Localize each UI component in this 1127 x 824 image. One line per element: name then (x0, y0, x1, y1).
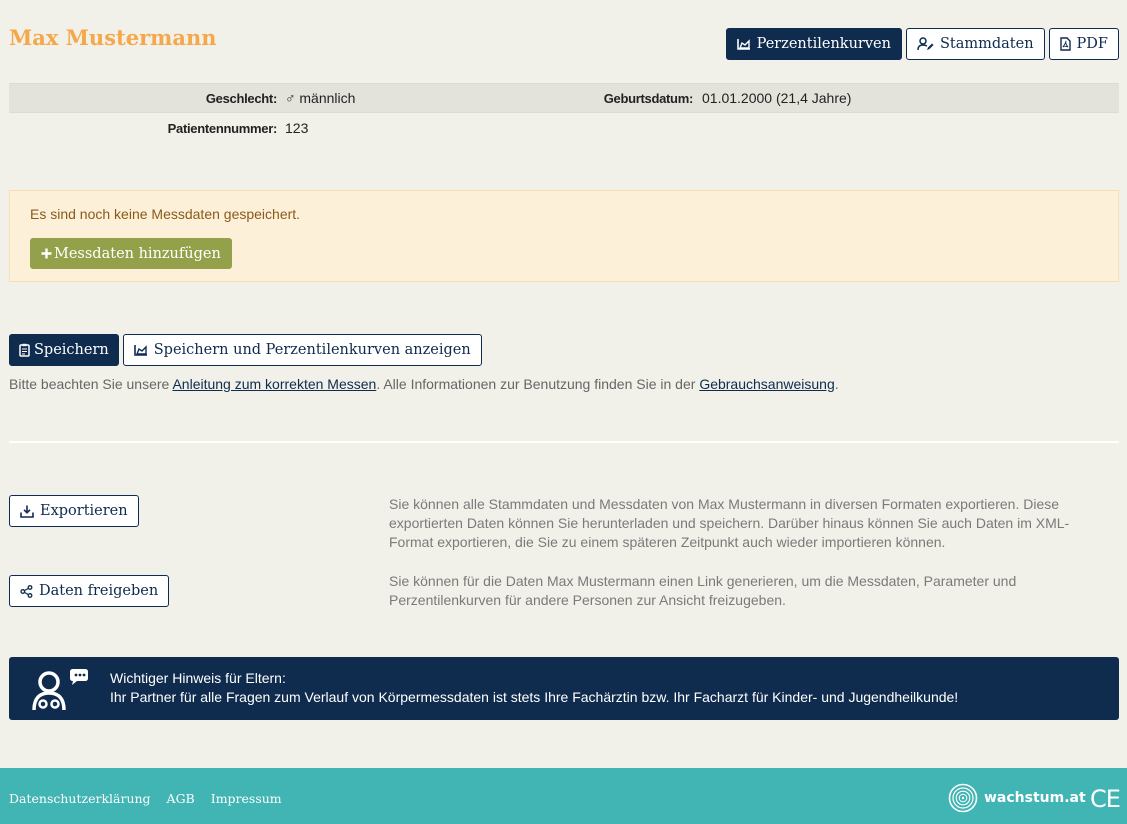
area-chart-icon (736, 39, 750, 50)
clipboard-icon (19, 343, 30, 357)
male-symbol-icon: ♂ (285, 90, 296, 106)
share-data-label: Daten freigeben (39, 583, 159, 599)
tree-rings-logo-icon (948, 783, 978, 813)
consultation-people-icon (32, 669, 88, 711)
patient-info-row-1: Geschlecht: ♂ männlich Geburtsdatum: 01.… (9, 83, 1119, 113)
save-and-show-percentiles-button[interactable]: Speichern und Perzentilenkurven anzeigen (122, 334, 482, 366)
percentile-curves-label: Perzentilenkurven (756, 36, 891, 52)
share-data-button[interactable]: Daten freigeben (9, 575, 170, 607)
gender-label: Geschlecht: (205, 90, 277, 106)
save-button[interactable]: Speichern (9, 334, 119, 366)
user-manual-link[interactable]: Gebrauchsanweisung (699, 376, 834, 392)
birthdate-label: Geburtsdatum: (603, 90, 694, 106)
pdf-file-icon (1059, 37, 1071, 51)
share-nodes-icon (20, 584, 33, 598)
add-measurements-button[interactable]: Messdaten hinzufügen (30, 238, 232, 269)
add-measurements-label: Messdaten hinzufügen (54, 245, 221, 262)
pdf-label: PDF (1076, 36, 1108, 52)
footer-links: Datenschutzerklärung AGB Impressum (9, 791, 282, 806)
page-title: Max Mustermann (9, 25, 217, 50)
notice-title: Wichtiger Hinweis für Eltern: (110, 670, 286, 686)
save-label: Speichern (34, 342, 109, 358)
plus-icon (41, 248, 52, 259)
ce-mark: CE (1090, 785, 1121, 813)
export-description: Sie können alle Stammdaten und Messdaten… (389, 496, 1070, 550)
terms-link[interactable]: AGB (167, 791, 195, 806)
export-button[interactable]: Exportieren (9, 495, 139, 527)
master-data-button[interactable]: Stammdaten (905, 28, 1045, 60)
area-chart-icon (133, 345, 147, 356)
no-measurements-alert: Es sind noch keine Messdaten gespeichert… (9, 190, 1119, 282)
privacy-policy-link[interactable]: Datenschutzerklärung (9, 791, 151, 806)
master-data-label: Stammdaten (939, 36, 1034, 52)
section-divider (9, 441, 1119, 443)
brand-name: wachstum.at (984, 790, 1086, 806)
brand-logo[interactable]: wachstum.at (948, 783, 1086, 813)
user-edit-icon (917, 37, 934, 51)
imprint-link[interactable]: Impressum (211, 791, 282, 806)
save-and-show-label: Speichern und Perzentilenkurven anzeigen (153, 342, 471, 358)
measuring-guide-link[interactable]: Anleitung zum korrekten Messen (172, 376, 376, 392)
birthdate-value: 01.01.2000 (21,4 Jahre) (702, 90, 852, 106)
percentile-curves-button[interactable]: Perzentilenkurven (725, 28, 902, 60)
save-actions: Speichern Speichern und Perzentilenkurve… (9, 334, 482, 366)
hint-middle: . Alle Informationen zur Benutzung finde… (376, 376, 700, 392)
alert-text: Es sind noch keine Messdaten gespeichert… (30, 206, 301, 222)
share-description: Sie können für die Daten Max Mustermann … (389, 573, 1017, 608)
footer: Datenschutzerklärung AGB Impressum wachs… (0, 768, 1127, 824)
download-tray-icon (20, 505, 34, 518)
export-label: Exportieren (40, 503, 128, 519)
patient-number-value: 123 (285, 120, 309, 136)
parents-notice: Wichtiger Hinweis für Eltern: Ihr Partne… (9, 657, 1119, 720)
gender-text: männlich (299, 90, 356, 106)
header-actions: Perzentilenkurven Stammdaten PDF (725, 28, 1119, 60)
hint-suffix: . (834, 376, 839, 392)
notice-body: Ihr Partner für alle Fragen zum Verlauf … (110, 689, 959, 705)
patient-info-row-2: Patientennummer: 123 (9, 113, 1119, 143)
gender-value: ♂ männlich (285, 90, 355, 106)
patient-number-label: Patientennummer: (167, 120, 278, 136)
hint-prefix: Bitte beachten Sie unsere (9, 376, 173, 392)
measurement-hint: Bitte beachten Sie unsere Anleitung zum … (9, 376, 839, 392)
pdf-button[interactable]: PDF (1048, 28, 1119, 60)
